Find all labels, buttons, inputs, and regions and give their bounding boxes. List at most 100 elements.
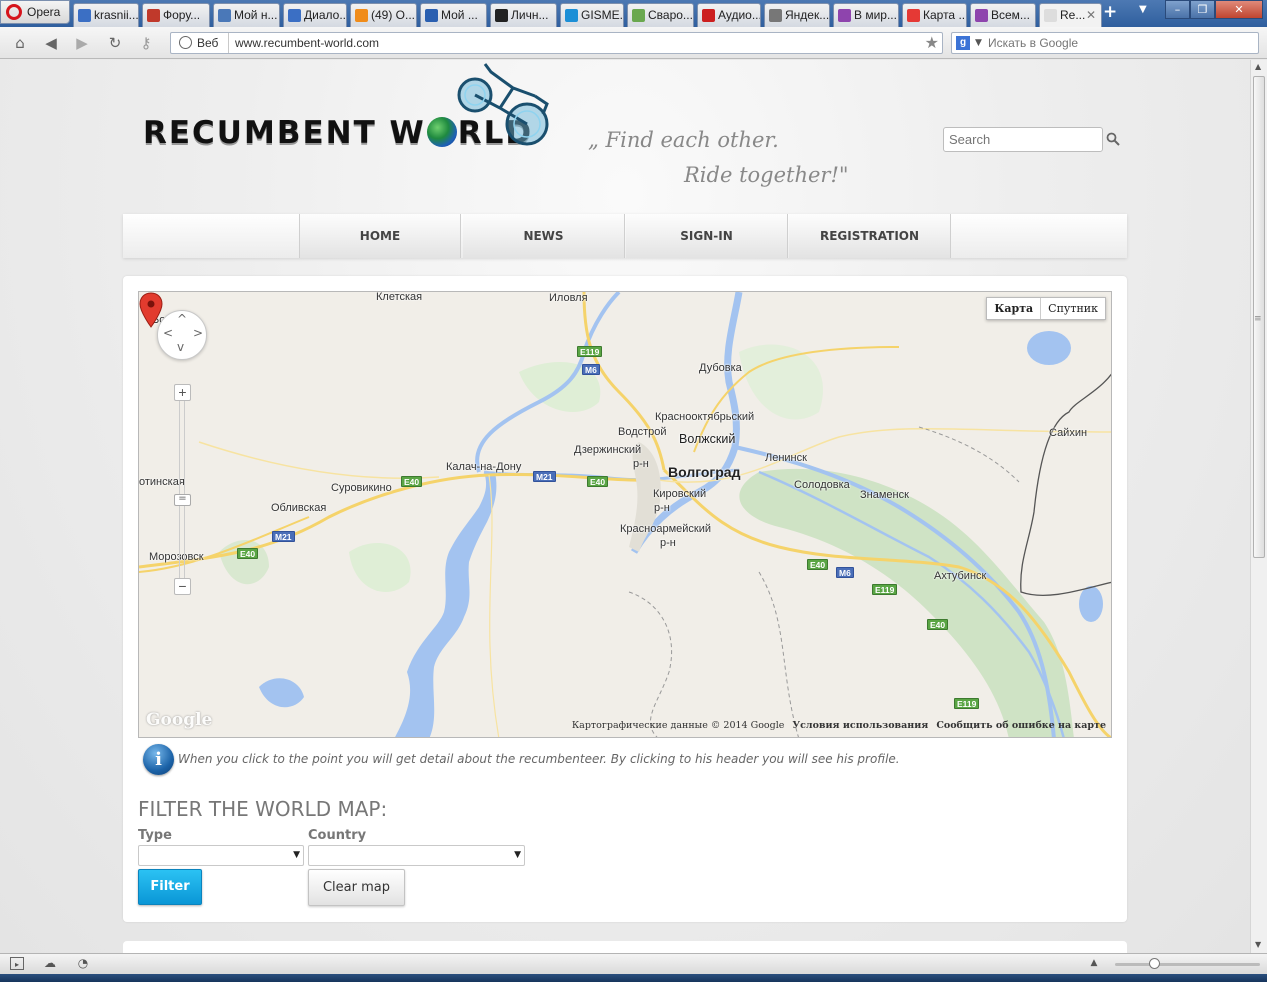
browser-tab[interactable]: Фору... [142, 3, 210, 27]
chevron-down-icon[interactable]: ▼ [975, 33, 982, 53]
chevron-down-icon: ▼ [293, 850, 300, 860]
browser-navigation-bar: ⌂ ◀ ▶ ↻ ⚷ Веб www.recumbent-world.com ★ … [0, 27, 1267, 59]
tab-close-icon[interactable]: ✕ [1086, 4, 1096, 26]
map-road-minor [198, 441, 440, 479]
search-icon[interactable] [1106, 132, 1120, 146]
opera-menu-button[interactable]: Opera [0, 0, 70, 24]
pan-up-icon[interactable]: ^ [177, 312, 187, 326]
browser-tab[interactable]: В мир... [833, 3, 899, 27]
zoom-up-icon[interactable]: ▲ [1087, 957, 1101, 970]
new-tab-button[interactable]: + [1103, 2, 1117, 22]
web-badge[interactable]: Веб [171, 33, 229, 53]
browser-search-box[interactable]: g ▼ [951, 32, 1259, 54]
map-road-minor [488, 474, 500, 737]
cloud-icon[interactable]: ☁ [43, 957, 57, 970]
tab-list-dropdown-icon[interactable]: ▼ [1139, 4, 1147, 15]
country-select[interactable]: ▼ [308, 845, 525, 866]
browser-tab[interactable]: Яндек... [764, 3, 830, 27]
site-search-input[interactable] [943, 127, 1103, 152]
map-label: Красноармейский [620, 523, 711, 535]
map-label: Краснооктябрьский [655, 411, 755, 423]
browser-tab[interactable]: Личн... [490, 3, 557, 27]
map-label: р-н [654, 502, 670, 514]
address-bar[interactable]: Веб www.recumbent-world.com ★ [170, 32, 943, 54]
recumbent-bike-icon [457, 63, 549, 146]
scroll-down-icon[interactable]: ▼ [1255, 940, 1261, 949]
clear-map-button[interactable]: Clear map [308, 869, 405, 906]
tab-label: Сваро... [648, 8, 693, 22]
tab-label: (49) О... [371, 8, 416, 22]
bookmark-star-icon[interactable]: ★ [925, 33, 939, 53]
reload-icon[interactable]: ↻ [106, 35, 124, 51]
google-engine-icon[interactable]: g [956, 36, 970, 50]
globe-icon [426, 117, 457, 147]
browser-tab[interactable]: GISME... [560, 3, 624, 27]
map-border [758, 571, 799, 737]
browser-tab[interactable]: Мой ... [420, 3, 487, 27]
map-label: Суровикино [331, 482, 392, 494]
speed-dial-icon[interactable]: ◔ [76, 957, 90, 970]
window-minimize-button[interactable]: – [1165, 0, 1190, 19]
browser-zoom-slider[interactable] [1115, 958, 1260, 969]
browser-search-input[interactable] [988, 34, 1248, 52]
type-select[interactable]: ▼ [138, 845, 304, 866]
tab-label: Аудио... [718, 8, 761, 22]
browser-tab[interactable]: (49) О... [350, 3, 417, 27]
menu-item-registration[interactable]: REGISTRATION [789, 214, 951, 258]
menu-item-home[interactable]: HOME [299, 214, 461, 258]
tab-favicon-icon [355, 9, 368, 22]
menu-item-sign-in[interactable]: SIGN-IN [626, 214, 788, 258]
home-icon[interactable]: ⌂ [11, 35, 29, 51]
key-icon[interactable]: ⚷ [137, 35, 155, 51]
scroll-up-icon[interactable]: ▲ [1255, 62, 1261, 71]
browser-tab[interactable]: Аудио... [697, 3, 761, 27]
map-label: р-н [633, 458, 649, 470]
map-type-satellite-button[interactable]: Спутник [1041, 298, 1105, 319]
browser-tab[interactable]: Диало... [283, 3, 347, 27]
browser-tab[interactable]: Всем... [970, 3, 1036, 27]
window-restore-button[interactable]: ❐ [1190, 0, 1215, 19]
browser-zoom-knob[interactable] [1149, 958, 1160, 969]
map-report-link[interactable]: Сообщить об ошибке на карте [936, 720, 1106, 731]
filter-button[interactable]: Filter [138, 869, 202, 905]
tab-favicon-icon [78, 9, 91, 22]
browser-tab[interactable]: Мой н... [213, 3, 280, 27]
content-panel: Клетская Иловля Бо Дубовка Краснооктябрь… [123, 276, 1127, 922]
pan-right-icon[interactable]: > [193, 326, 203, 340]
zoom-slider-track[interactable] [179, 392, 185, 588]
map-label: р-н [660, 537, 676, 549]
zoom-slider-thumb[interactable]: = [174, 493, 191, 506]
map-terms-link[interactable]: Условия использования [792, 720, 928, 731]
map-label: Иловля [549, 292, 588, 304]
road-shield: E119 [872, 584, 898, 595]
pan-down-icon[interactable]: v [177, 340, 184, 354]
next-content-panel [123, 941, 1127, 953]
map-pan-control[interactable]: ^ < > v [157, 310, 207, 360]
page-scrollbar[interactable]: ▲ ≡ ▼ [1250, 60, 1267, 953]
menu-item-news[interactable]: NEWS [463, 214, 625, 258]
world-map[interactable]: Клетская Иловля Бо Дубовка Краснооктябрь… [138, 291, 1112, 738]
road-shield: M21 [533, 471, 556, 482]
browser-tab[interactable]: Сваро... [627, 3, 694, 27]
info-text: When you click to the point you will get… [178, 752, 900, 766]
tab-favicon-icon [975, 9, 988, 22]
info-icon: i [143, 744, 174, 775]
zoom-in-button[interactable]: + [174, 384, 191, 401]
zoom-out-button[interactable]: − [174, 578, 191, 595]
map-label: Сайхин [1049, 427, 1088, 439]
browser-tab[interactable]: Re... ✕ [1039, 3, 1102, 27]
address-url[interactable]: www.recumbent-world.com [235, 33, 379, 53]
panel-toggle-icon[interactable]: ▸ [10, 957, 24, 970]
window-close-button[interactable]: ✕ [1215, 0, 1263, 19]
map-label: Клетская [376, 291, 423, 303]
back-icon[interactable]: ◀ [42, 35, 60, 51]
browser-tab[interactable]: krasnii... [73, 3, 139, 27]
tab-favicon-icon [838, 9, 851, 22]
map-reservoir [395, 472, 497, 737]
map-type-map-button[interactable]: Карта [987, 298, 1042, 319]
forward-icon[interactable]: ▶ [73, 35, 91, 51]
pan-left-icon[interactable]: < [163, 326, 173, 340]
tab-favicon-icon [565, 9, 578, 22]
google-logo[interactable]: Google [146, 710, 212, 730]
browser-tab[interactable]: Карта ... [902, 3, 967, 27]
